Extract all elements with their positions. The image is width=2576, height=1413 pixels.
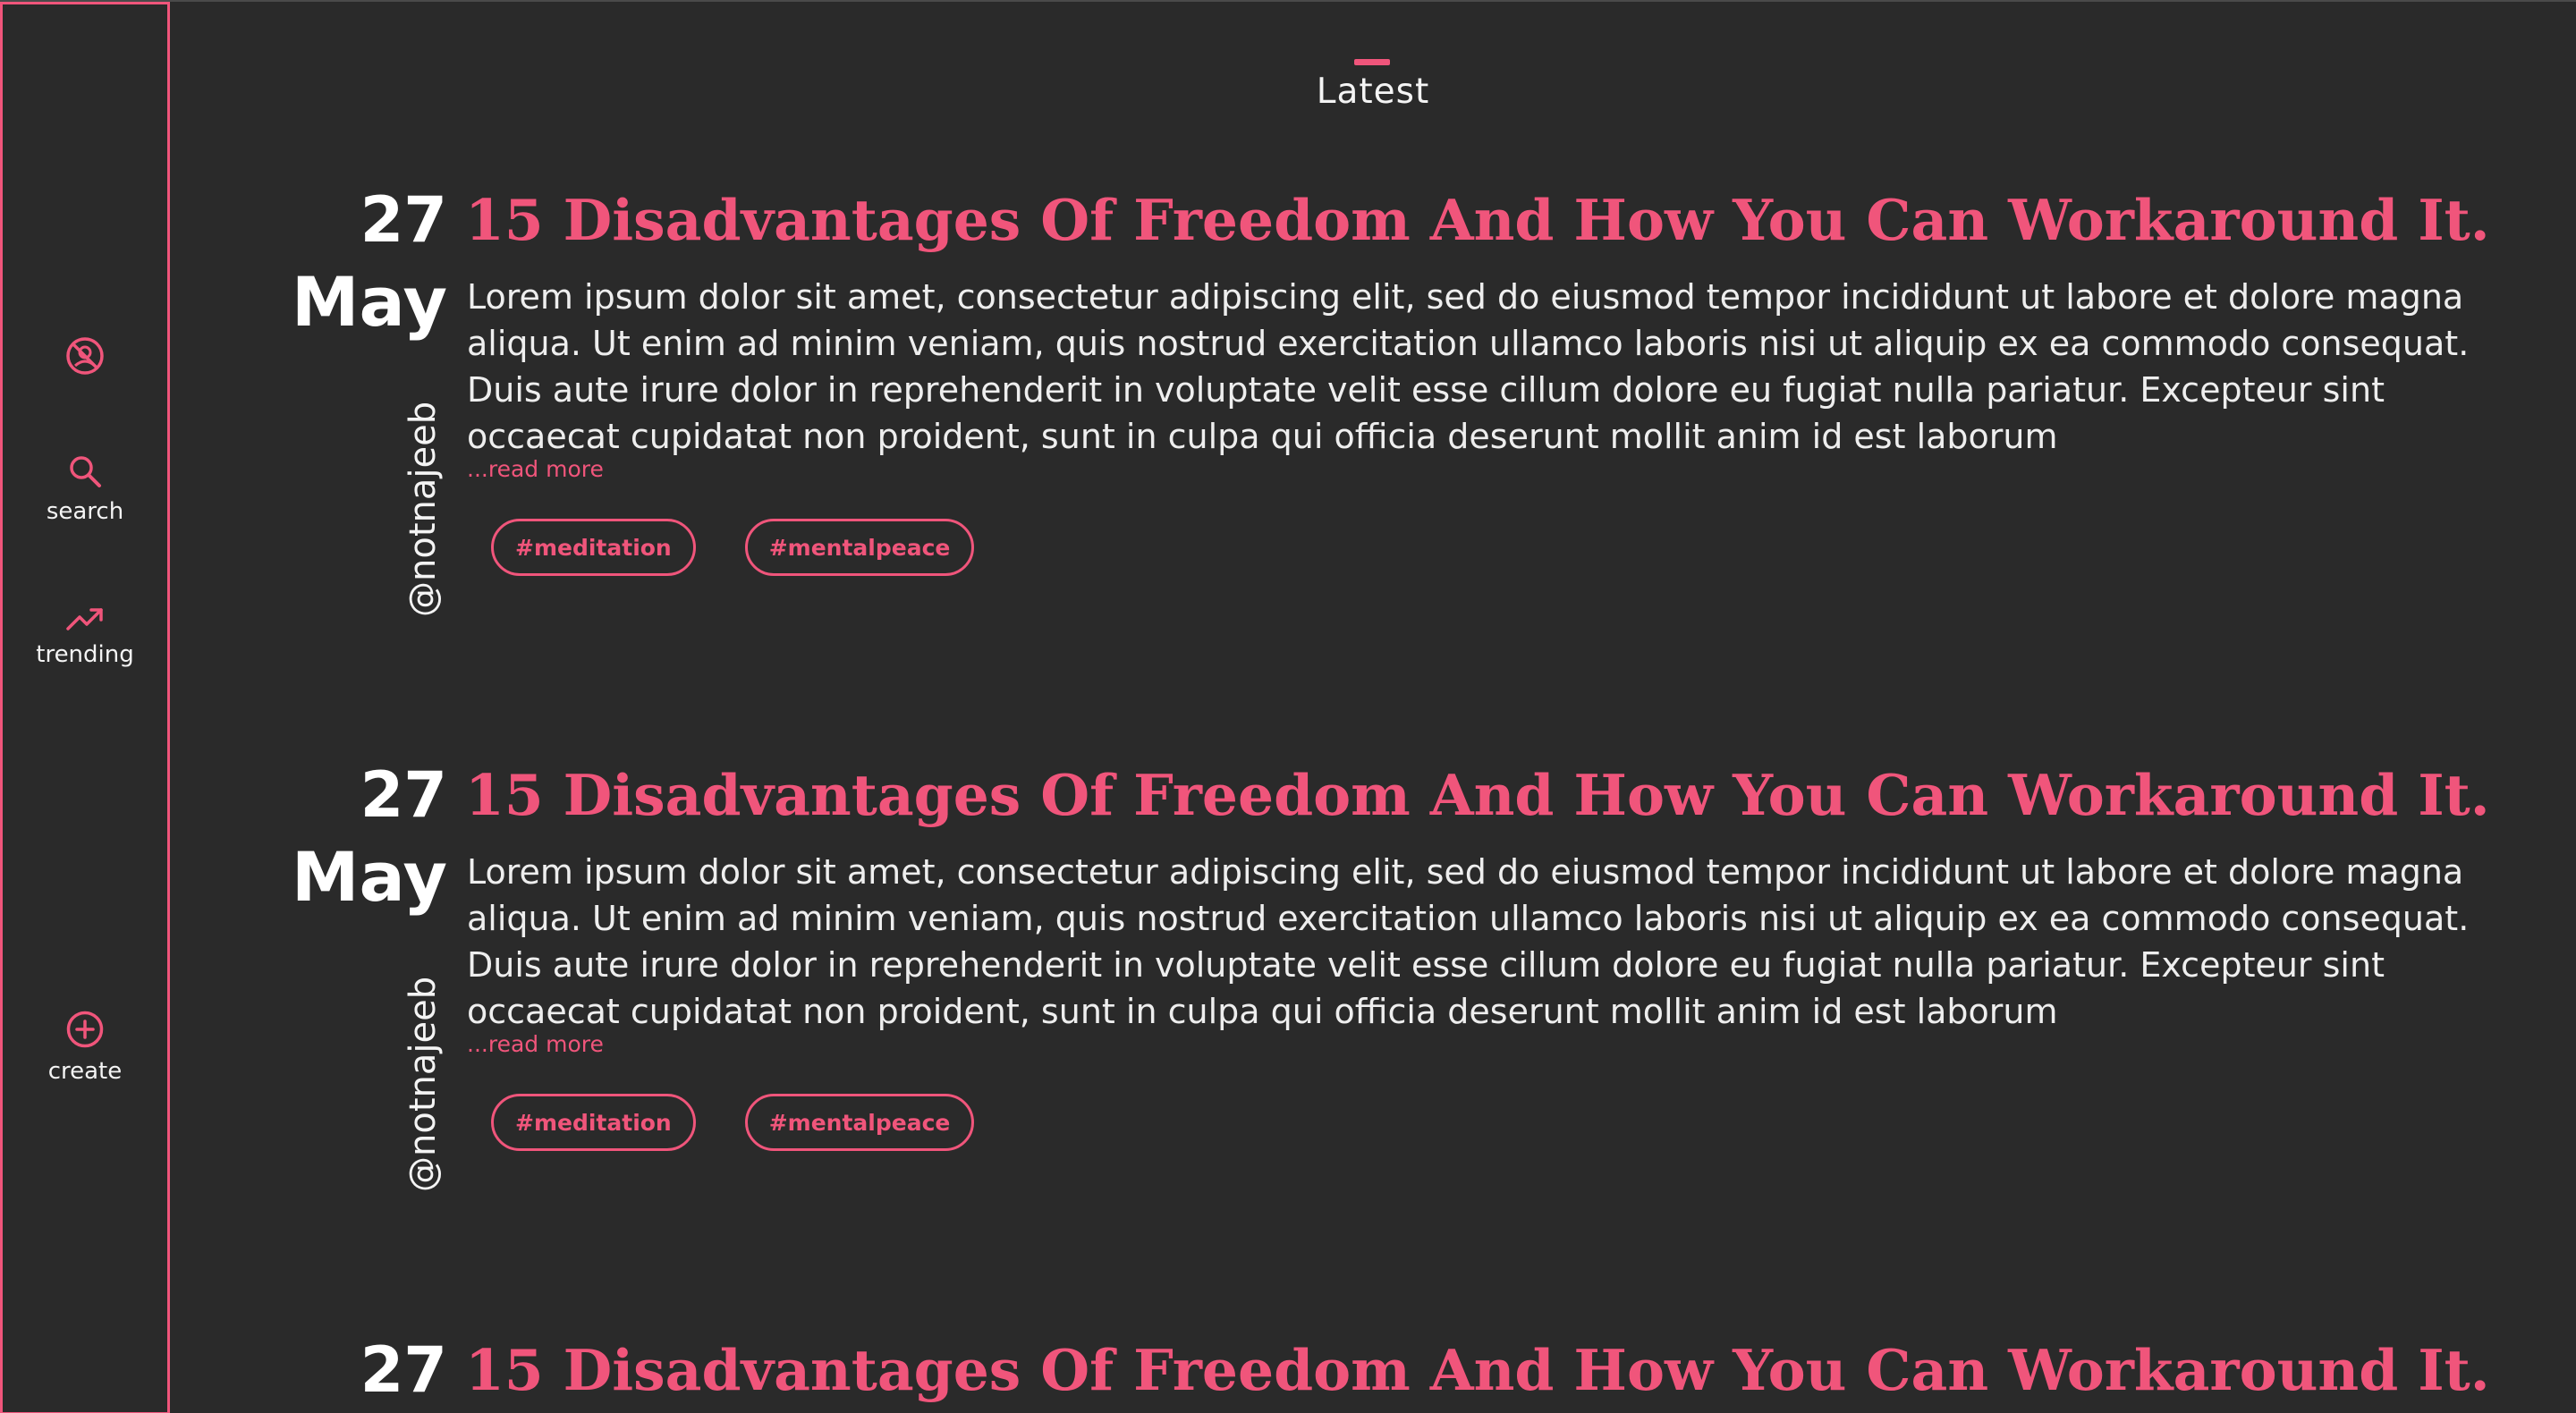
blog-page: search trending create Latest 27 May @no…	[0, 0, 2576, 1413]
post-card: 27 15 Disadvantages Of Freedom And How Y…	[0, 1327, 2576, 1413]
post-excerpt: Lorem ipsum dolor sit amet, consectetur …	[467, 852, 2470, 1031]
tag-list: #meditation #mentalpeace	[491, 1094, 975, 1151]
post-day: 27	[360, 758, 447, 832]
page-title: Latest	[1316, 72, 1430, 112]
header-accent-bar	[1354, 59, 1390, 65]
post-month: May	[291, 262, 447, 342]
post-card: 27 May @notnajeeb 15 Disadvantages Of Fr…	[0, 752, 2576, 1324]
tag-chip[interactable]: #mentalpeace	[744, 519, 975, 576]
tag-chip[interactable]: #meditation	[491, 519, 696, 576]
post-month: May	[291, 837, 447, 917]
post-title[interactable]: 15 Disadvantages Of Freedom And How You …	[465, 752, 2540, 838]
tag-chip[interactable]: #mentalpeace	[744, 1094, 975, 1151]
post-day: 27	[360, 1333, 447, 1407]
post-card: 27 May @notnajeeb 15 Disadvantages Of Fr…	[0, 177, 2576, 749]
read-more-link[interactable]: ...read more	[467, 456, 604, 483]
tag-list: #meditation #mentalpeace	[491, 519, 975, 576]
tag-chip[interactable]: #meditation	[491, 1094, 696, 1151]
read-more-link[interactable]: ...read more	[467, 1031, 604, 1058]
post-author[interactable]: @notnajeeb	[401, 977, 445, 1192]
post-title[interactable]: 15 Disadvantages Of Freedom And How You …	[465, 1327, 2540, 1413]
post-excerpt: Lorem ipsum dolor sit amet, consectetur …	[467, 277, 2470, 456]
post-day: 27	[360, 183, 447, 257]
post-author[interactable]: @notnajeeb	[401, 402, 445, 617]
post-title[interactable]: 15 Disadvantages Of Freedom And How You …	[465, 177, 2540, 263]
